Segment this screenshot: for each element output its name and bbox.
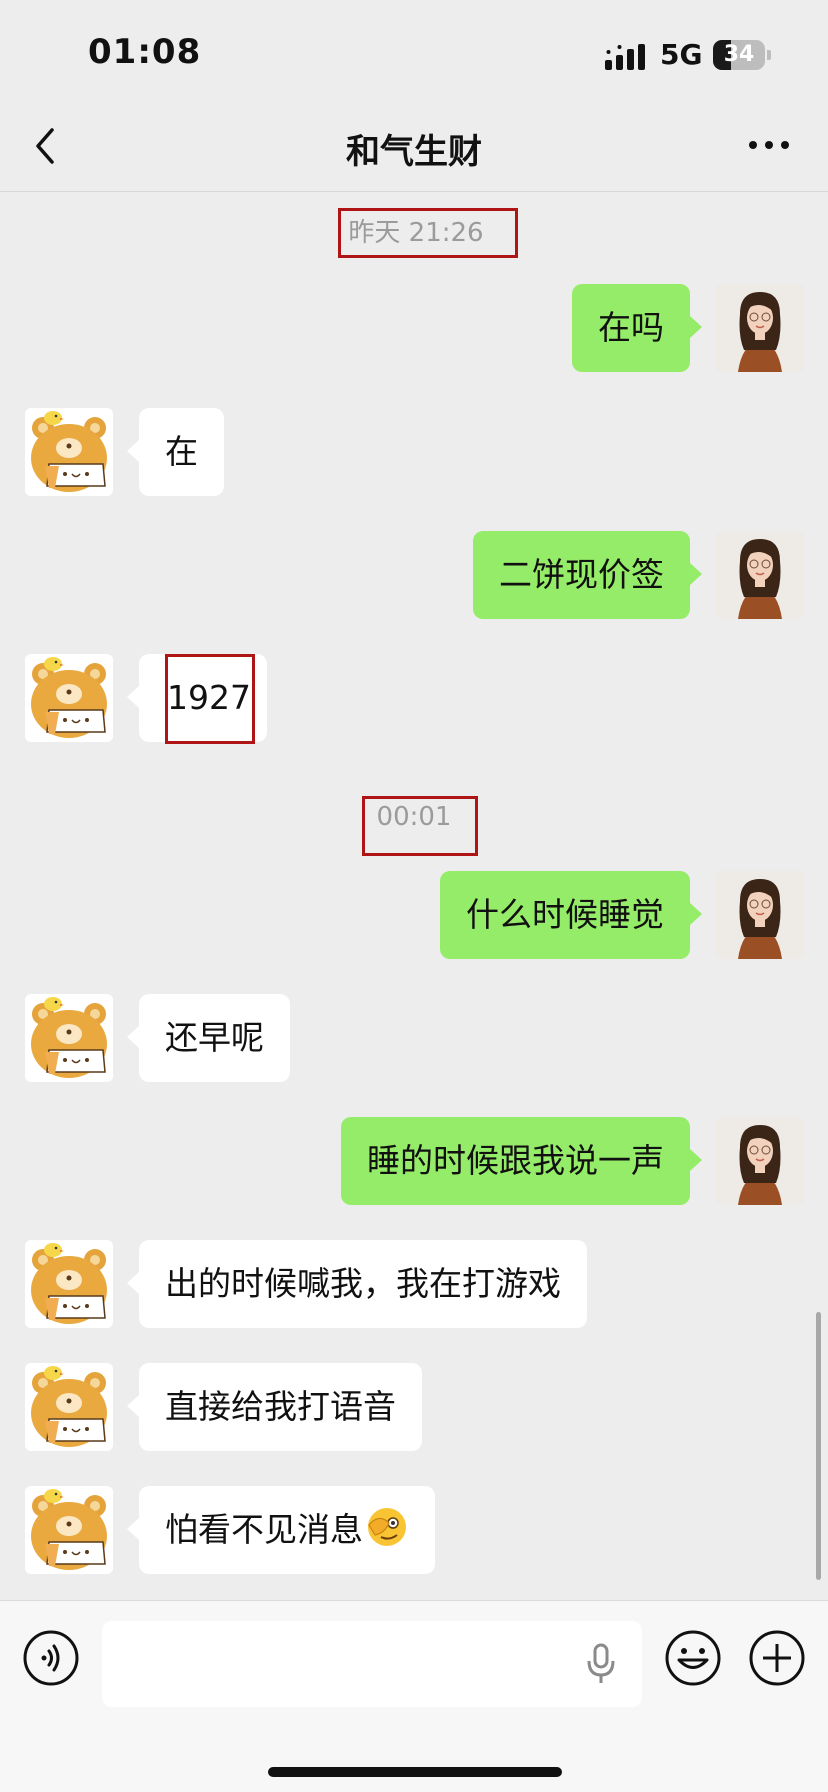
message-input[interactable] <box>102 1621 642 1707</box>
outgoing-message-bubble[interactable]: 什么时候睡觉 <box>440 871 702 959</box>
message-text: 怕看不见消息 <box>165 1510 363 1549</box>
more-dots-icon[interactable] <box>744 120 794 170</box>
chat-title: 和气生财 <box>346 132 482 172</box>
signal-strength-icon <box>605 44 645 70</box>
incoming-message-bubble[interactable]: 直接给我打语音 <box>127 1363 422 1451</box>
chat-header: 和气生财 <box>0 100 828 192</box>
voice-mode-icon[interactable] <box>22 1629 80 1687</box>
battery-percentage: 34 <box>723 42 755 67</box>
incoming-message-bubble[interactable]: 怕看不见消息 <box>127 1486 435 1574</box>
highlight-box <box>362 796 478 856</box>
peeking-face-emoji-icon <box>368 1508 406 1546</box>
chevron-left-icon[interactable] <box>30 124 60 168</box>
user-avatar[interactable] <box>716 1117 804 1205</box>
contact-avatar[interactable] <box>25 1486 113 1574</box>
outgoing-message-bubble[interactable]: 在吗 <box>572 284 702 372</box>
incoming-message-bubble[interactable]: 在 <box>127 408 224 496</box>
contact-avatar[interactable] <box>25 408 113 496</box>
outgoing-message-bubble[interactable]: 二饼现价签 <box>473 531 702 619</box>
contact-avatar[interactable] <box>25 994 113 1082</box>
incoming-message-bubble[interactable]: 还早呢 <box>127 994 290 1082</box>
battery-icon: 34 <box>713 40 771 70</box>
user-avatar[interactable] <box>716 531 804 619</box>
scrollbar[interactable] <box>816 1312 821 1580</box>
home-indicator <box>268 1767 562 1777</box>
microphone-icon[interactable] <box>585 1643 617 1685</box>
contact-avatar[interactable] <box>25 654 113 742</box>
user-avatar[interactable] <box>716 871 804 959</box>
contact-avatar[interactable] <box>25 1363 113 1451</box>
network-type: 5G <box>660 38 703 71</box>
incoming-message-bubble[interactable]: 出的时候喊我，我在打游戏 <box>127 1240 587 1328</box>
smiley-face-icon[interactable] <box>664 1629 722 1687</box>
status-bar: 01:08 5G 34 <box>0 0 828 100</box>
highlight-box <box>338 208 518 258</box>
status-time: 01:08 <box>88 32 202 72</box>
user-avatar[interactable] <box>716 284 804 372</box>
contact-avatar[interactable] <box>25 1240 113 1328</box>
plus-circle-icon[interactable] <box>748 1629 806 1687</box>
highlight-box <box>165 654 255 744</box>
outgoing-message-bubble[interactable]: 睡的时候跟我说一声 <box>341 1117 702 1205</box>
input-bar <box>0 1600 828 1792</box>
